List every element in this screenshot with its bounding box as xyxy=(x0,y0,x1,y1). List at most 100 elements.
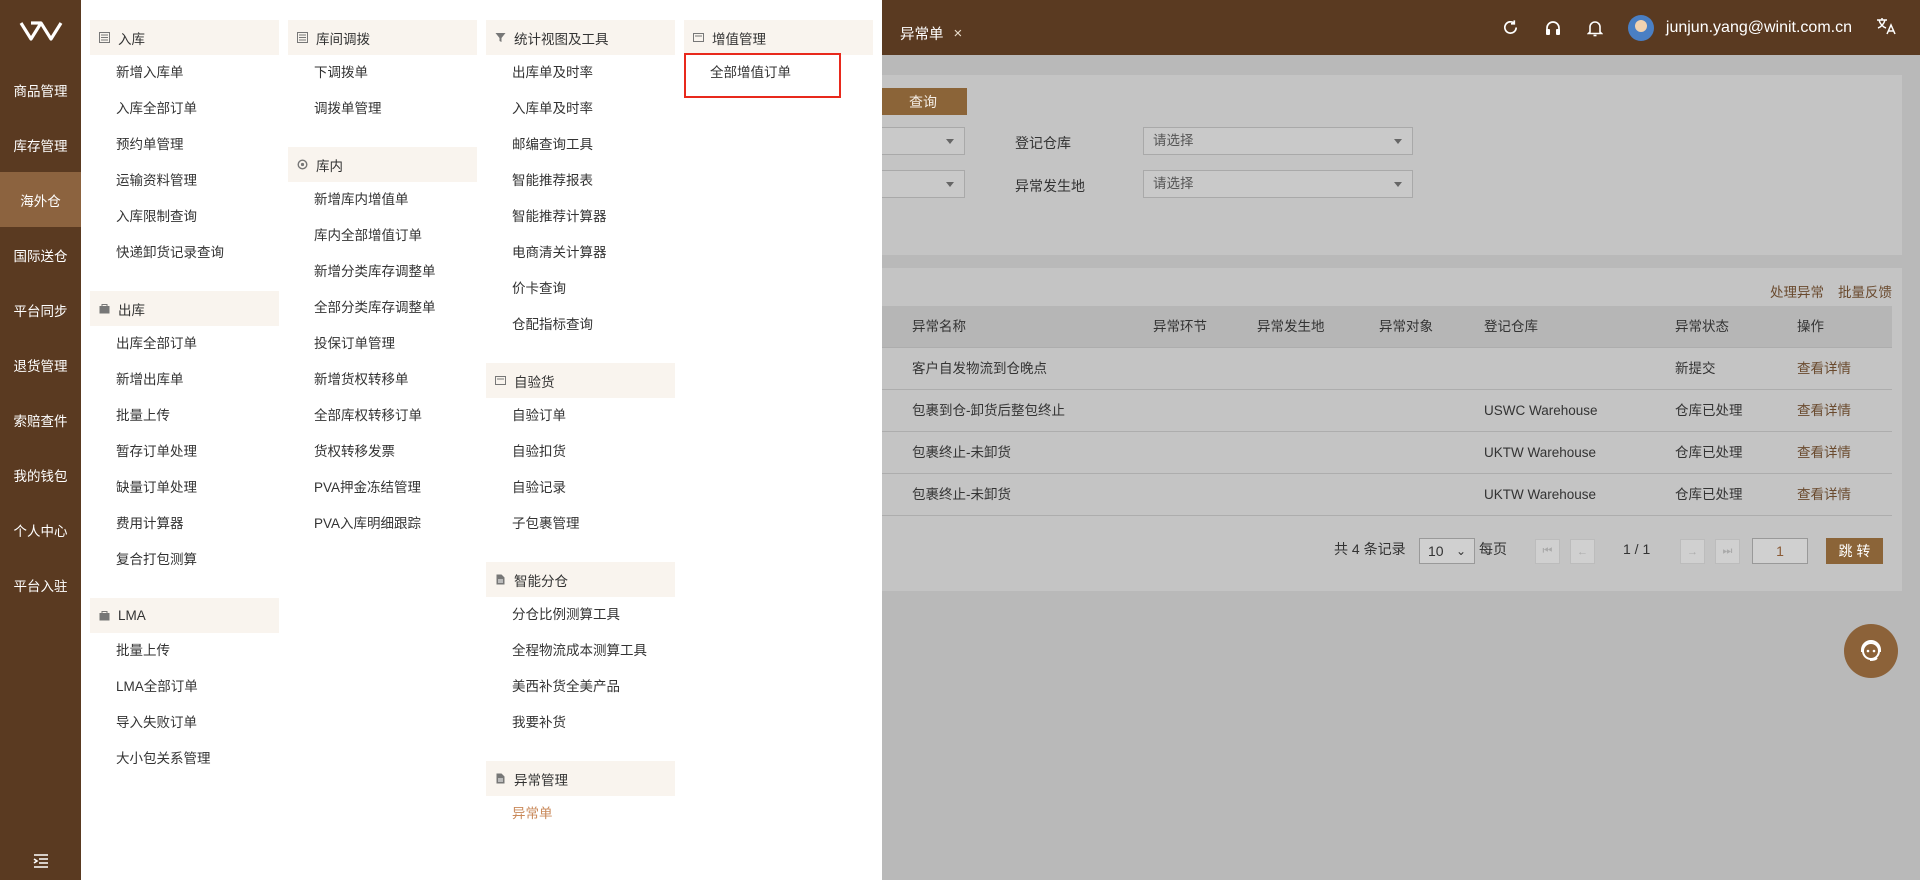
sidenav-item[interactable]: 平台同步 xyxy=(0,282,81,337)
menu-item[interactable]: 快递卸货记录查询 xyxy=(90,235,279,271)
menu-item[interactable]: 预约单管理 xyxy=(90,127,279,163)
menu-item[interactable]: 新增货权转移单 xyxy=(288,362,477,398)
close-icon[interactable]: × xyxy=(954,25,963,42)
menu-item[interactable]: LMA全部订单 xyxy=(90,669,279,705)
menu-item[interactable]: 出库全部订单 xyxy=(90,326,279,362)
menu-item[interactable]: 导入失败订单 xyxy=(90,705,279,741)
next-page-button[interactable]: → xyxy=(1680,539,1705,564)
location-select[interactable]: 请选择 xyxy=(1143,170,1413,198)
menu-collapse-icon[interactable] xyxy=(0,854,81,868)
sidenav-item[interactable]: 库存管理 xyxy=(0,117,81,172)
translate-icon[interactable] xyxy=(1876,17,1896,38)
menu-item[interactable]: 出库单及时率 xyxy=(486,55,675,91)
view-details-link[interactable]: 查看详情 xyxy=(1797,432,1851,474)
menu-item[interactable]: 批量上传 xyxy=(90,633,279,669)
jump-button[interactable]: 跳 转 xyxy=(1826,538,1883,564)
results-panel: 处理异常 批量反馈 异常名称 异常环节 异常发生地 异常对象 登记仓库 异常状态… xyxy=(882,268,1902,591)
sidenav-item[interactable]: 我的钱包 xyxy=(0,447,81,502)
menu-group-header: 智能分仓 xyxy=(486,562,675,597)
menu-group-header: 出库 xyxy=(90,291,279,326)
menu-item[interactable]: 批量上传 xyxy=(90,398,279,434)
tab-exception-order[interactable]: 异常单 × xyxy=(882,12,982,55)
prev-page-button[interactable]: ← xyxy=(1570,539,1595,564)
bell-icon[interactable] xyxy=(1574,19,1616,37)
menu-item[interactable]: 我要补货 xyxy=(486,705,675,741)
menu-item[interactable]: 电商清关计算器 xyxy=(486,235,675,271)
menu-item[interactable]: 入库单及时率 xyxy=(486,91,675,127)
menu-item[interactable]: 投保订单管理 xyxy=(288,326,477,362)
menu-item[interactable]: 大小包关系管理 xyxy=(90,741,279,777)
view-details-link[interactable]: 查看详情 xyxy=(1797,474,1851,516)
menu-item[interactable]: 智能推荐计算器 xyxy=(486,199,675,235)
menu-item[interactable]: PVA押金冻结管理 xyxy=(288,470,477,506)
menu-item[interactable]: 调拨单管理 xyxy=(288,91,477,127)
menu-item[interactable]: 全部增值订单 xyxy=(684,55,873,91)
warehouse-cell: UKTW Warehouse xyxy=(1484,487,1597,502)
menu-item[interactable]: 智能推荐报表 xyxy=(486,163,675,199)
sidenav-item[interactable]: 平台入驻 xyxy=(0,557,81,612)
headset-icon[interactable] xyxy=(1532,19,1574,37)
select-placeholder: 请选择 xyxy=(1153,133,1194,148)
page-size-select[interactable]: 10 ⌄ xyxy=(1419,538,1475,564)
customer-service-icon[interactable] xyxy=(1844,624,1898,678)
view-details-link[interactable]: 查看详情 xyxy=(1797,348,1851,390)
filter-select[interactable] xyxy=(882,127,965,155)
menu-item[interactable]: 缺量订单处理 xyxy=(90,470,279,506)
menu-item[interactable]: 新增分类库存调整单 xyxy=(288,254,477,290)
refresh-icon[interactable] xyxy=(1490,19,1532,36)
menu-item[interactable]: 入库限制查询 xyxy=(90,199,279,235)
menu-group-title: 库间调拨 xyxy=(316,31,370,47)
view-details-link[interactable]: 查看详情 xyxy=(1797,390,1851,432)
menu-item[interactable]: 新增入库单 xyxy=(90,55,279,91)
menu-item[interactable]: 新增库内增值单 xyxy=(288,182,477,218)
user-menu[interactable]: junjun.yang@winit.com.cn xyxy=(1627,14,1852,41)
menu-group-title: 统计视图及工具 xyxy=(514,31,609,47)
menu-item[interactable]: 下调拨单 xyxy=(288,55,477,91)
menu-item[interactable]: 美西补货全美产品 xyxy=(486,669,675,705)
menu-item[interactable]: 异常单 xyxy=(486,796,675,832)
warehouse-cell: USWC Warehouse xyxy=(1484,403,1598,418)
menu-item[interactable]: 入库全部订单 xyxy=(90,91,279,127)
last-page-button[interactable]: ⏭ xyxy=(1715,539,1740,564)
menu-item[interactable]: 仓配指标查询 xyxy=(486,307,675,343)
menu-item[interactable]: 全部库权转移订单 xyxy=(288,398,477,434)
logo[interactable] xyxy=(0,0,81,62)
menu-item[interactable]: 全程物流成本测算工具 xyxy=(486,633,675,669)
pagination: 共 4 条记录 10 ⌄ 每页 ⏮ ← 1 / 1 → ⏭ 1 跳 转 xyxy=(882,534,1892,564)
menu-item[interactable]: PVA入库明细跟踪 xyxy=(288,506,477,542)
menu-group-title: 库内 xyxy=(316,158,343,174)
menu-item[interactable]: 新增出库单 xyxy=(90,362,279,398)
column-header: 异常状态 xyxy=(1675,319,1729,334)
page-number-input[interactable]: 1 xyxy=(1752,538,1808,564)
batch-feedback-link[interactable]: 批量反馈 xyxy=(1838,281,1892,301)
menu-item[interactable]: 暂存订单处理 xyxy=(90,434,279,470)
menu-item[interactable]: 复合打包测算 xyxy=(90,542,279,578)
sidenav-item[interactable]: 退货管理 xyxy=(0,337,81,392)
menu-item[interactable]: 自验扣货 xyxy=(486,434,675,470)
table-row: 包裹终止-未卸货 UKTW Warehouse 仓库已处理 查看详情 xyxy=(882,474,1892,516)
sidenav-item[interactable]: 个人中心 xyxy=(0,502,81,557)
handle-exception-link[interactable]: 处理异常 xyxy=(1770,281,1824,301)
menu-item[interactable]: 价卡查询 xyxy=(486,271,675,307)
menu-item[interactable]: 分仓比例测算工具 xyxy=(486,597,675,633)
menu-group-title: 入库 xyxy=(118,31,145,47)
filter-select[interactable] xyxy=(882,170,965,198)
sidenav-item[interactable]: 索赔查件 xyxy=(0,392,81,447)
sidenav-item[interactable]: 商品管理 xyxy=(0,62,81,117)
menu-item[interactable]: 邮编查询工具 xyxy=(486,127,675,163)
warehouse-select[interactable]: 请选择 xyxy=(1143,127,1413,155)
menu-item[interactable]: 自验记录 xyxy=(486,470,675,506)
menu-item[interactable]: 全部分类库存调整单 xyxy=(288,290,477,326)
first-page-button[interactable]: ⏮ xyxy=(1535,539,1560,564)
menu-item[interactable]: 费用计算器 xyxy=(90,506,279,542)
menu-item[interactable]: 库内全部增值订单 xyxy=(288,218,477,254)
column-header: 异常名称 xyxy=(912,319,966,334)
query-button[interactable]: 查询 xyxy=(882,88,967,115)
menu-item[interactable]: 自验订单 xyxy=(486,398,675,434)
menu-item[interactable]: 货权转移发票 xyxy=(288,434,477,470)
menu-item[interactable]: 子包裹管理 xyxy=(486,506,675,542)
avatar xyxy=(1627,14,1654,41)
sidenav-item[interactable]: 国际送仓 xyxy=(0,227,81,282)
menu-item[interactable]: 运输资料管理 xyxy=(90,163,279,199)
sidenav-item[interactable]: 海外仓 xyxy=(0,172,81,227)
